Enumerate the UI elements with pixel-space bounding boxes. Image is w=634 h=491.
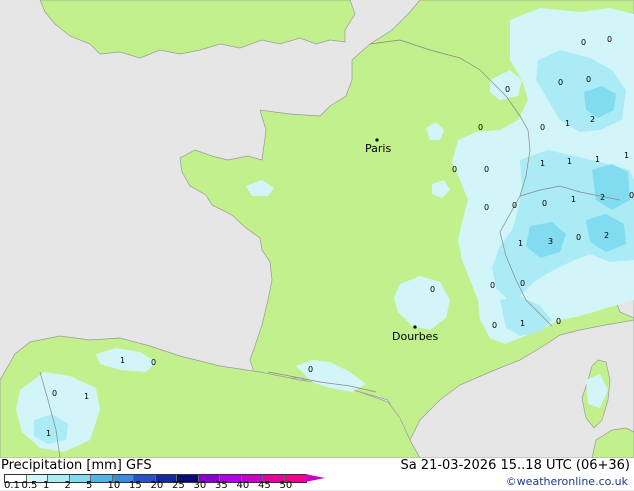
- precip-value-label: 0: [484, 165, 489, 174]
- precip-value-label: 0: [490, 281, 495, 290]
- credit-link[interactable]: ©weatheronline.co.uk: [506, 475, 628, 489]
- precip-value-label: 0: [581, 38, 586, 47]
- precip-value-label: 0: [520, 279, 525, 288]
- precip-value-label: 0: [558, 78, 563, 87]
- precip-value-label: 0: [629, 191, 634, 200]
- precip-value-label: 3: [548, 237, 553, 246]
- precip-value-label: 0: [52, 389, 57, 398]
- precip-value-label: 0: [308, 365, 313, 374]
- precip-value-label: 0: [478, 123, 483, 132]
- precip-value-label: 1: [571, 195, 576, 204]
- precip-value-label: 0: [576, 233, 581, 242]
- precip-value-label: 0: [586, 75, 591, 84]
- precip-value-label: 1: [120, 356, 125, 365]
- precip-value-label: 0: [151, 358, 156, 367]
- legend-title: Precipitation [mm] GFS: [1, 458, 152, 473]
- precip-value-label: 0: [430, 285, 435, 294]
- precip-value-label: 1: [595, 155, 600, 164]
- legend-footer: Precipitation [mm] GFS Sa 21-03-2026 15.…: [0, 458, 634, 491]
- precip-value-label: 0: [512, 201, 517, 210]
- precip-value-label: 0: [556, 317, 561, 326]
- precip-value-label: 1: [624, 151, 629, 160]
- precip-value-label: 1: [46, 429, 51, 438]
- precip-value-label: 0: [607, 35, 612, 44]
- precip-value-label: 0: [505, 85, 510, 94]
- precip-value-label: 1: [518, 239, 523, 248]
- precip-value-label: 0: [484, 203, 489, 212]
- precip-value-label: 0: [492, 321, 497, 330]
- precip-value-label: 2: [600, 193, 605, 202]
- precip-value-label: 0: [452, 165, 457, 174]
- city-dourbes-label: Dourbes: [392, 330, 438, 343]
- precip-value-label: 0: [540, 123, 545, 132]
- precip-value-label: 1: [84, 392, 89, 401]
- precip-value-label: 1: [540, 159, 545, 168]
- precip-value-label: 2: [590, 115, 595, 124]
- city-paris-label: Paris: [365, 142, 391, 155]
- legend-valid-time: Sa 21-03-2026 15..18 UTC (06+36): [400, 458, 630, 473]
- precip-value-label: 1: [565, 119, 570, 128]
- city-dourbes-marker: [413, 325, 417, 329]
- precipitation-map: Paris Dourbes 0 0 0 0 0 1 2 0 0 0 1 1 1 1 0 0 0 0 1 2 3 0 1 0 2 0…: [0, 0, 634, 458]
- precip-value-label: 1: [520, 319, 525, 328]
- precip-value-label: 0: [542, 199, 547, 208]
- precip-value-label: 1: [567, 157, 572, 166]
- precip-value-label: 2: [604, 231, 609, 240]
